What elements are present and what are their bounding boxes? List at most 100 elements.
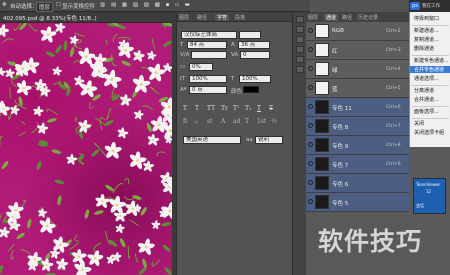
actions-panel-icon[interactable] bbox=[296, 26, 304, 33]
tab-paths-2[interactable]: 路径 bbox=[342, 14, 352, 21]
menu-item[interactable]: 新建通道... bbox=[414, 27, 439, 34]
teamviewer-version: 12 bbox=[426, 189, 432, 194]
channel-row[interactable]: 专色 7 Ctrl+9 bbox=[306, 155, 409, 174]
antialias-select[interactable]: 锐利 bbox=[255, 136, 283, 144]
menu-item[interactable]: 合并通道... bbox=[414, 96, 439, 103]
channel-row[interactable]: 专色 5 bbox=[306, 193, 409, 212]
tab-history[interactable]: 历史记录 bbox=[358, 14, 378, 21]
visibility-eye-icon[interactable] bbox=[308, 123, 313, 128]
horizontal-scale-input[interactable]: 100% bbox=[239, 75, 271, 83]
visibility-eye-icon[interactable] bbox=[308, 199, 313, 204]
leading-input[interactable]: 36 点 bbox=[238, 41, 270, 49]
tab-layers-2[interactable]: 图层 bbox=[308, 14, 318, 21]
all-caps-button[interactable]: TT bbox=[207, 105, 215, 112]
document-tab[interactable]: 402.095.psd @ 8.33%(专色 11/8..) bbox=[0, 12, 175, 23]
menu-item[interactable]: 新建专色通道... bbox=[414, 57, 449, 64]
tab-layers[interactable]: 图层 bbox=[179, 14, 189, 21]
channel-row[interactable]: 专色 6 bbox=[306, 174, 409, 193]
baseline-shift-input[interactable]: 0 点 bbox=[189, 86, 227, 94]
font-style-select[interactable] bbox=[239, 31, 261, 39]
menu-item[interactable]: 合并专色通道 bbox=[410, 66, 450, 73]
channel-thumbnail bbox=[315, 157, 329, 171]
text-style-buttons: T T TT Tr T¹ T₁ T T bbox=[183, 105, 287, 113]
channel-name: RGB bbox=[332, 28, 344, 34]
faux-italic-button[interactable]: T bbox=[195, 105, 199, 112]
menu-item[interactable]: 删除通道 bbox=[414, 45, 434, 52]
tab-character[interactable]: 字符 bbox=[215, 14, 230, 21]
app-logo-icon[interactable]: ps bbox=[410, 2, 420, 10]
document-canvas[interactable] bbox=[0, 23, 172, 275]
subscript-button[interactable]: T₁ bbox=[245, 105, 251, 112]
vertical-scale-input[interactable]: 100% bbox=[189, 75, 227, 83]
info-panel-icon[interactable] bbox=[296, 56, 304, 63]
channel-row[interactable]: 绿 Ctrl+4 bbox=[306, 60, 409, 79]
visibility-eye-icon[interactable] bbox=[308, 85, 313, 90]
small-caps-button[interactable]: Tr bbox=[221, 105, 228, 112]
channel-name: 专色 6 bbox=[332, 182, 349, 188]
proportional-spacing-input[interactable]: 0% bbox=[189, 63, 213, 71]
layer-select-dropdown[interactable]: 图层 bbox=[36, 2, 54, 12]
menu-item[interactable]: 分离通道 bbox=[414, 87, 434, 94]
channel-thumbnail bbox=[315, 62, 329, 76]
menu-item[interactable]: 关闭 bbox=[414, 120, 424, 127]
channel-row[interactable]: 蓝 Ctrl+5 bbox=[306, 79, 409, 98]
menu-item[interactable]: 停靠到窗口 bbox=[414, 15, 439, 22]
channel-row[interactable]: RGB Ctrl+2 bbox=[306, 22, 409, 41]
text-color-swatch[interactable] bbox=[243, 86, 259, 93]
font-size-input[interactable]: 84 点 bbox=[187, 41, 227, 49]
font-size-icon: T bbox=[180, 42, 184, 48]
tracking-input[interactable]: 0 bbox=[240, 51, 270, 59]
panel-icon-strip bbox=[292, 12, 306, 275]
move-tool-icon[interactable]: ✥ bbox=[2, 2, 7, 8]
vertical-scale-icon: IT bbox=[180, 76, 185, 82]
brush-panel-icon[interactable] bbox=[296, 46, 304, 53]
channel-row[interactable]: 专色 8 Ctrl+7 bbox=[306, 117, 409, 136]
ordinal-button[interactable]: T bbox=[245, 118, 249, 125]
titling-button[interactable]: ad bbox=[233, 118, 240, 125]
fraction-button[interactable]: 1st bbox=[257, 118, 266, 125]
history-panel-icon[interactable] bbox=[296, 16, 304, 23]
tab-paths[interactable]: 路径 bbox=[197, 14, 207, 21]
channel-row[interactable]: 专色 9 Ctrl+8 bbox=[306, 136, 409, 155]
tab-channels[interactable]: 通道 bbox=[324, 14, 339, 21]
leading-icon: A bbox=[231, 42, 235, 48]
visibility-eye-icon[interactable] bbox=[308, 180, 313, 185]
visibility-eye-icon[interactable] bbox=[308, 142, 313, 147]
visibility-eye-icon[interactable] bbox=[308, 66, 313, 71]
font-family-select[interactable]: 汉仪综艺体简 bbox=[181, 31, 237, 39]
menu-item[interactable]: 面板选项... bbox=[414, 108, 439, 115]
kerning-icon: V/A bbox=[180, 52, 190, 58]
menu-item[interactable]: 通道选项... bbox=[414, 75, 439, 82]
visibility-eye-icon[interactable] bbox=[308, 161, 313, 166]
language-select[interactable]: 美国英语 bbox=[183, 136, 241, 144]
channel-name: 专色 7 bbox=[332, 163, 349, 169]
channel-name: 专色 5 bbox=[332, 201, 349, 207]
swatches-panel-icon[interactable] bbox=[296, 36, 304, 43]
channel-thumbnail bbox=[315, 119, 329, 133]
tab-paragraph[interactable]: 段落 bbox=[235, 14, 245, 21]
fi-ligature-button[interactable]: fi bbox=[183, 118, 187, 125]
menu-item[interactable]: 复制通道... bbox=[414, 36, 439, 43]
channel-row[interactable]: 专色 11 Ctrl+6 bbox=[306, 98, 409, 117]
half-button[interactable]: ½ bbox=[271, 118, 277, 125]
visibility-eye-icon[interactable] bbox=[308, 28, 313, 33]
visibility-eye-icon[interactable] bbox=[308, 104, 313, 109]
adjustments-panel-icon[interactable] bbox=[296, 66, 304, 73]
swash-button[interactable]: A bbox=[221, 118, 225, 125]
menu-separator bbox=[412, 106, 449, 107]
underline-button[interactable]: T bbox=[257, 105, 261, 112]
stylistic-button[interactable]: st bbox=[207, 118, 213, 125]
channel-name: 红 bbox=[332, 49, 338, 55]
channel-row[interactable]: 红 Ctrl+3 bbox=[306, 41, 409, 60]
kerning-input[interactable] bbox=[191, 51, 227, 59]
teamviewer-widget[interactable]: TeamViewer 12 会话 bbox=[413, 178, 446, 214]
auto-select-label[interactable]: 自动选择： bbox=[10, 2, 38, 10]
ornament-button[interactable]: ℴ bbox=[195, 118, 198, 125]
superscript-button[interactable]: T¹ bbox=[233, 105, 239, 112]
faux-bold-button[interactable]: T bbox=[183, 105, 187, 112]
align-icons[interactable]: ▥ ▤ ▦ ▧ ▨ ▩ ▪ ▫ ▬ bbox=[100, 2, 192, 8]
strikethrough-button[interactable]: T bbox=[269, 105, 273, 112]
show-transform-checkbox[interactable]: ☐ bbox=[56, 2, 61, 8]
visibility-eye-icon[interactable] bbox=[308, 47, 313, 52]
menu-item[interactable]: 关闭选项卡组 bbox=[414, 129, 444, 136]
